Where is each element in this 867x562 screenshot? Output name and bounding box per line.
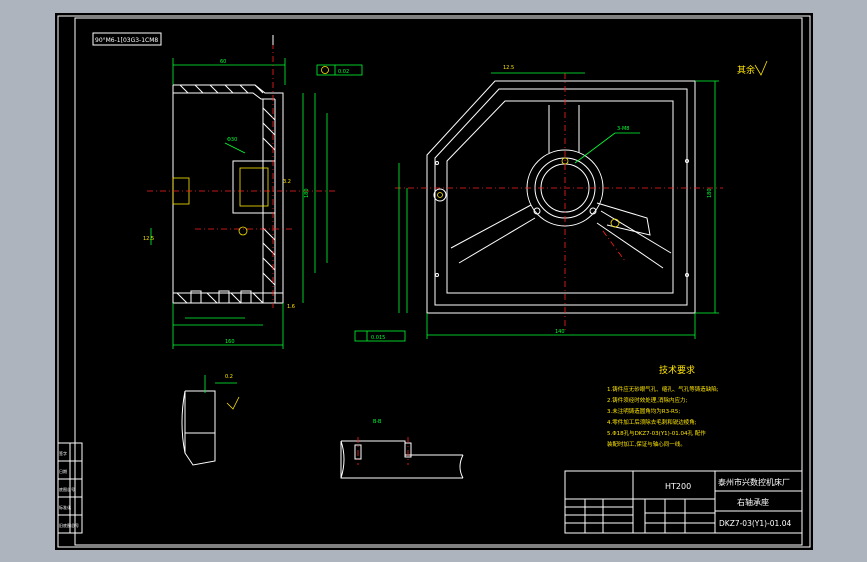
- stamp-label-2: 日期: [59, 468, 67, 474]
- detail-label: B-B: [373, 419, 382, 425]
- material: HT200: [665, 482, 691, 491]
- tol-top: 0.02: [338, 69, 349, 75]
- drawing-viewer: 签字 日期 底图总号 标准化 旧底图总号 90°M6-1[03G3-1CM8 6…: [0, 0, 867, 562]
- frame-note: 90°M6-1[03G3-1CM8: [95, 37, 158, 44]
- left-hole-note: Φ30: [227, 137, 237, 143]
- technical-requirements: 技术要求 1.铸件应无砂眼气孔、缩孔、气孔等铸造缺陷; 2.铸件须经时效处理,消…: [607, 364, 719, 448]
- roughness-note: 其余: [737, 64, 755, 76]
- part-name: 右轴承座: [737, 497, 769, 507]
- dim-small-left: 12.5: [143, 236, 154, 242]
- detail-a-dim: 0.2: [225, 374, 233, 380]
- roughness-left-bottom: 1.6: [287, 304, 295, 310]
- dim-right-height: 180: [707, 188, 713, 198]
- tech-req-item-2: 2.铸件须经时效处理,消除内应力;: [607, 396, 687, 404]
- stamp-label-5: 旧底图总号: [59, 522, 79, 528]
- sheet-inner-border: [74, 17, 803, 546]
- drawing-sheet: 签字 日期 底图总号 标准化 旧底图总号 90°M6-1[03G3-1CM8 6…: [55, 13, 813, 550]
- side-stamp-table: 签字 日期 底图总号 标准化 旧底图总号: [57, 442, 83, 534]
- right-plan-view: 140 180 12.5 3-M8 0.015 其余: [354, 60, 768, 342]
- stamp-label-3: 底图总号: [59, 486, 75, 492]
- dim-chamfer: 12.5: [503, 65, 514, 71]
- stamp-label-4: 标准化: [59, 504, 71, 510]
- drawing-number: DKZ7-03(Y1)-01.04: [719, 519, 791, 528]
- cad-drawing: 签字 日期 底图总号 标准化 旧底图总号 90°M6-1[03G3-1CM8 6…: [57, 15, 811, 548]
- detail-view-b: B-B: [340, 419, 464, 479]
- dim-right-width: 140: [555, 329, 565, 335]
- title-block: HT200 泰州市兴数控机床厂 右轴承座 DKZ7-03(Y1)-01.04: [564, 470, 803, 534]
- company-name: 泰州市兴数控机床厂: [718, 477, 790, 487]
- dim-side-height: 180: [304, 188, 310, 198]
- left-section-view: 60 0.02 180 12.5 160 Φ30 3.2 1.6: [143, 43, 363, 349]
- tech-req-item-4: 4.零件加工后须除去毛刺和锐边棱角;: [607, 418, 697, 426]
- tech-req-heading: 技术要求: [659, 364, 695, 376]
- tol-bottom: 0.015: [371, 335, 385, 341]
- tech-req-item-6: 装配时加工,保证与轴心同一线。: [607, 440, 686, 448]
- tech-req-item-3: 3.未注明铸造圆角均为R3-R5;: [607, 407, 680, 415]
- tech-req-item-5: 5.Φ18孔与DKZ7-03(Y1)-01.04孔 配作: [607, 429, 706, 437]
- roughness-left: 3.2: [283, 179, 291, 185]
- stamp-label-1: 签字: [59, 450, 67, 456]
- tech-req-item-1: 1.铸件应无砂眼气孔、缩孔、气孔等铸造缺陷;: [607, 385, 719, 393]
- sheet-outer-border: [57, 15, 811, 548]
- dim-bottom-width: 160: [225, 339, 235, 345]
- dim-top-width: 60: [220, 59, 226, 65]
- detail-view-a: 0.2: [181, 374, 240, 466]
- right-hole-note: 3-M8: [617, 126, 629, 132]
